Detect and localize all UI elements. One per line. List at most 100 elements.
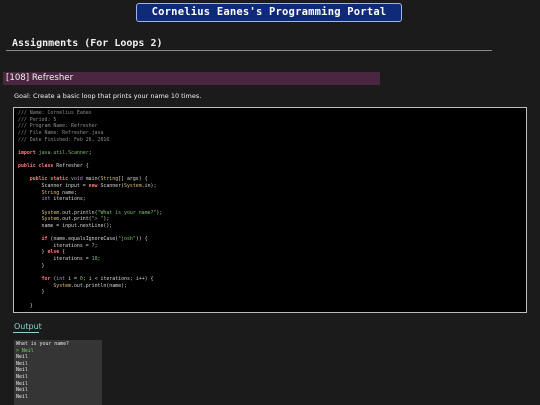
code-line: for (int i = 0; i < iterations; i++) { <box>18 276 522 283</box>
code-token: java.util.Scanner <box>38 149 89 156</box>
code-token: "What is your name?" <box>97 209 157 216</box>
code-line: String name; <box>18 190 522 197</box>
code-line: } <box>18 263 522 270</box>
code-token: /// Program Name: Refresher <box>18 123 98 130</box>
console-user-input: Neil <box>21 347 34 354</box>
code-token: "josh" <box>118 236 136 243</box>
code-token: name; <box>59 189 77 196</box>
code-token: .out.println(name); <box>71 282 127 289</box>
code-token: Refresher { <box>53 163 89 170</box>
prompt-marker: > <box>16 347 19 354</box>
code-token: { <box>59 249 66 256</box>
console-output-line: Neil <box>16 367 28 374</box>
code-token: .out.print( <box>59 216 92 223</box>
console-output-line: Neil <box>16 393 28 400</box>
code-line: iterations = 7; <box>18 243 522 250</box>
code-line: System.out.println("What is your name?")… <box>18 210 522 217</box>
portal-banner: Cornelius Eanes's Programming Portal <box>136 3 402 22</box>
code-token: [] args) { <box>118 176 148 183</box>
code-token: name = input.nextLine(); <box>18 222 113 229</box>
code-token: } <box>18 262 45 269</box>
code-token: } <box>18 289 45 296</box>
code-token: iterations; <box>50 196 86 203</box>
console-input-line: > Neil <box>16 348 100 355</box>
code-token: ; <box>88 149 92 156</box>
code-token: .out.println( <box>59 209 98 216</box>
code-line: public class Refresher { <box>18 163 522 170</box>
code-line: name = input.nextLine(); <box>18 223 522 230</box>
code-token: ; <box>94 242 98 249</box>
code-token: /// Name: Cornelius Eanes <box>18 110 92 116</box>
code-token: Scanner( <box>97 183 125 190</box>
code-token: import <box>18 149 36 156</box>
code-line: } else { <box>18 249 522 256</box>
console-output-line: Neil <box>16 387 28 394</box>
code-token: String <box>41 189 60 196</box>
code-token: public static <box>29 176 69 183</box>
code-token: Scanner input = <box>18 183 89 190</box>
code-line: public static void main(String[] args) { <box>18 176 522 183</box>
code-token: .in); <box>141 183 157 190</box>
output-console: What is your name? > Neil Neil Neil Neil Ne… <box>14 340 102 405</box>
code-line: /// File Name: Refresher.java <box>18 130 522 137</box>
code-token: /// Date Finished: Feb 26, 2016 <box>18 136 110 143</box>
code-line: /// Date Finished: Feb 26, 2016 <box>18 137 522 144</box>
console-output-line: Neil <box>16 373 28 380</box>
code-token: ; i < iterations; i++) { <box>82 276 154 283</box>
code-line: /// Name: Cornelius Eanes <box>18 110 522 117</box>
output-heading-underline <box>13 332 39 333</box>
code-line: /// Program Name: Refresher <box>18 123 522 130</box>
code-token: String <box>100 176 119 183</box>
assignment-goal: Goal: Create a basic loop that prints yo… <box>14 92 202 100</box>
code-line: System.out.print("> "); <box>18 216 522 223</box>
code-token: int <box>56 276 66 283</box>
code-token: ; <box>97 256 101 263</box>
code-token: )) { <box>135 236 148 243</box>
code-line: System.out.println(name); <box>18 283 522 290</box>
code-token: main( <box>82 176 101 183</box>
code-line: int iterations; <box>18 196 522 203</box>
code-line: } <box>18 303 522 310</box>
code-token: ); <box>103 216 110 223</box>
code-line: /// Period: 5 <box>18 117 522 124</box>
code-token: public class <box>18 163 54 170</box>
code-token: } <box>18 249 48 256</box>
code-token: System <box>41 209 60 216</box>
code-token: iterations = <box>18 256 92 263</box>
code-line: } <box>18 289 522 296</box>
code-token: ); <box>156 209 163 216</box>
code-line: Scanner input = new Scanner(System.in); <box>18 183 522 190</box>
code-token: else <box>47 249 60 256</box>
code-token: iterations = <box>18 242 92 249</box>
page-title: Assignments (For Loops 2) <box>12 38 163 49</box>
code-token: } <box>18 302 33 309</box>
console-prompt: What is your name? <box>16 341 69 347</box>
code-token: /// Period: 5 <box>18 116 57 123</box>
console-output-line: Neil <box>16 360 28 367</box>
code-line: if (name.equalsIgnoreCase("josh")) { <box>18 236 522 243</box>
title-divider <box>6 50 492 51</box>
code-token: (name.equalsIgnoreCase( <box>47 236 119 243</box>
console-output-line: Neil <box>16 380 28 387</box>
output-heading: Output <box>14 322 42 331</box>
assignment-header: [108] Refresher <box>3 72 380 85</box>
console-output-lines: Neil Neil Neil Neil Neil Neil Neil <box>16 354 100 400</box>
code-token: i = <box>65 276 80 283</box>
console-output-line: Neil <box>16 354 28 361</box>
code-token: void <box>71 176 83 183</box>
code-token: new <box>88 183 98 190</box>
